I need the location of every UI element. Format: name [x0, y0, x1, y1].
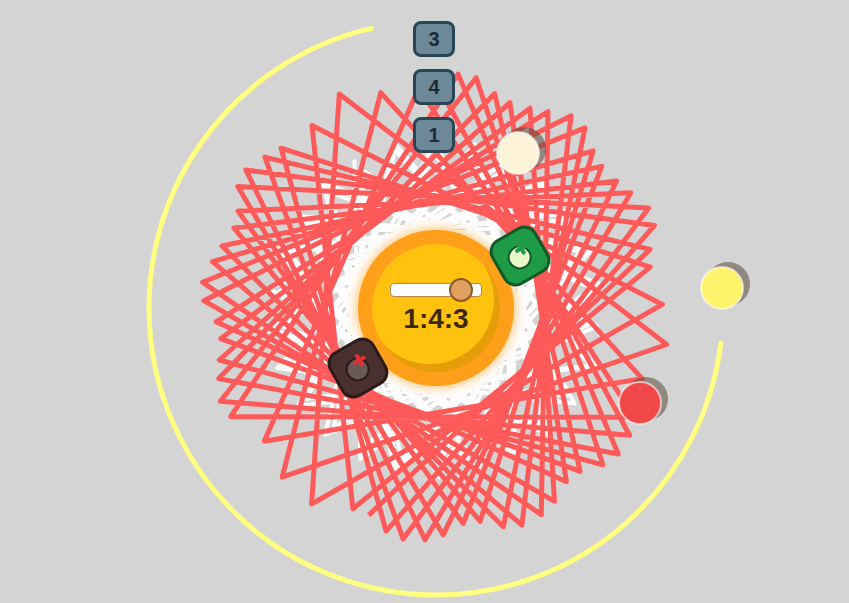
orbit-trace	[203, 74, 667, 540]
planet-minus-icon	[336, 346, 380, 390]
ratio-label: 1:4:3	[403, 305, 468, 333]
ratio-slider[interactable]	[390, 283, 482, 297]
slider-thumb[interactable]	[449, 278, 473, 302]
planet[interactable]	[701, 262, 750, 309]
planet[interactable]	[619, 377, 668, 424]
orbit-trace	[149, 28, 721, 595]
planet[interactable]	[497, 127, 546, 174]
badge-list: 3 4 1	[413, 21, 455, 153]
game-screen: 1:4:3 3 4 1	[0, 0, 849, 603]
planet-plus-icon	[498, 234, 542, 278]
sun-core: 1:4:3	[372, 244, 500, 372]
count-badge: 1	[413, 117, 455, 153]
count-badge: 4	[413, 69, 455, 105]
count-badge: 3	[413, 21, 455, 57]
